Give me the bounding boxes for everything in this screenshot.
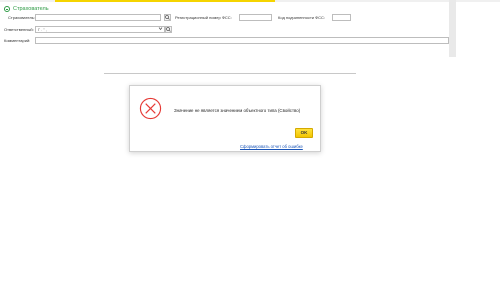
responsible-value: Г . " , — [38, 28, 47, 32]
error-dialog: Значение не является значением объектног… — [129, 85, 321, 152]
chevron-down-icon[interactable] — [157, 26, 164, 33]
reg-number-label: Регистрационный номер ФСС: — [175, 15, 232, 20]
insurer-label: Страхователь: — [8, 15, 35, 20]
comment-field[interactable] — [35, 37, 449, 44]
subordination-code-label: Код подчиненности ФСС: — [278, 15, 326, 20]
comment-label: Комментарий: — [4, 38, 31, 43]
active-tab-indicator — [55, 0, 275, 2]
group-title: Страхователь — [13, 6, 49, 12]
error-message: Значение не является значением объектног… — [174, 108, 301, 113]
ok-button[interactable]: OK — [295, 128, 313, 138]
ellipsis-icon[interactable] — [165, 26, 172, 33]
top-divider — [0, 0, 500, 2]
collapse-icon[interactable] — [4, 6, 10, 12]
form-scrollbar[interactable] — [449, 0, 456, 57]
insurer-group-header[interactable]: Страхователь — [4, 4, 49, 14]
magnifier-icon[interactable] — [164, 14, 171, 21]
reg-number-field[interactable] — [239, 14, 272, 21]
report-error-link[interactable]: Сформировать отчет об ошибке — [240, 144, 303, 149]
responsible-field[interactable]: Г . " , — [35, 26, 165, 33]
section-separator — [104, 73, 356, 74]
responsible-label: Ответственный: — [4, 27, 34, 32]
subordination-code-field[interactable] — [332, 14, 351, 21]
insurer-field[interactable] — [35, 14, 161, 21]
error-icon — [139, 97, 162, 120]
